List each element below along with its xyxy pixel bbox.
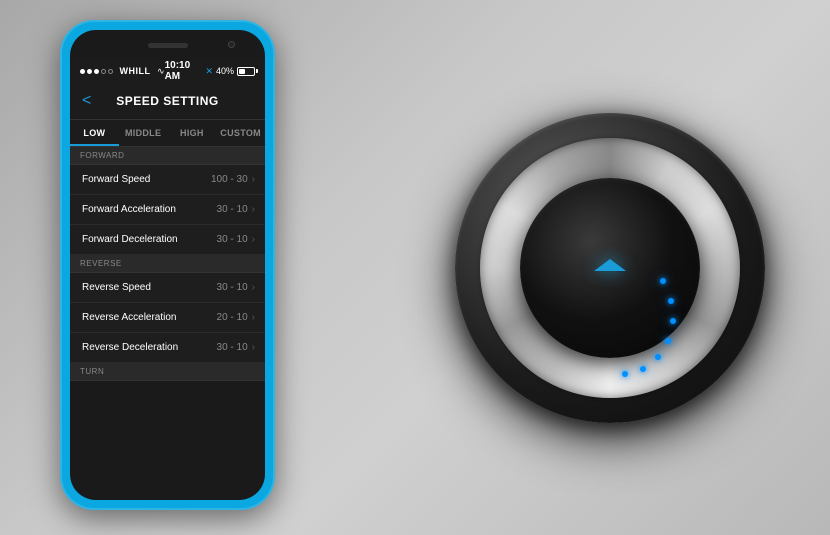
- signal-dot-4: [101, 69, 106, 74]
- row-label-reverse-decel: Reverse Deceleration: [82, 342, 178, 353]
- row-value-reverse-speed: 30 - 10 ›: [217, 282, 255, 293]
- led-dot-6: [640, 366, 646, 372]
- chevron-right-icon: ›: [252, 312, 255, 323]
- led-dots-container: [500, 158, 720, 378]
- signal-dot-2: [87, 69, 92, 74]
- status-bar: WHILL ∿ 10:10 AM ✕ 40%: [70, 60, 265, 82]
- chevron-right-icon: ›: [252, 342, 255, 353]
- nav-bar: < SPEED SETTING: [70, 82, 265, 120]
- battery-percent: 40%: [216, 66, 234, 76]
- led-dot-3: [670, 318, 676, 324]
- row-value-reverse-decel: 30 - 10 ›: [217, 342, 255, 353]
- led-dot-4: [665, 338, 671, 344]
- bluetooth-icon: ✕: [205, 66, 213, 77]
- list-row-reverse-decel[interactable]: Reverse Deceleration 30 - 10 ›: [70, 333, 265, 363]
- tab-high[interactable]: HIGH: [168, 120, 217, 146]
- list-row-forward-decel[interactable]: Forward Deceleration 30 - 10 ›: [70, 225, 265, 255]
- list-row-reverse-speed[interactable]: Reverse Speed 30 - 10 ›: [70, 273, 265, 303]
- wifi-icon: ∿: [157, 66, 165, 77]
- row-label-reverse-speed: Reverse Speed: [82, 282, 151, 293]
- tabs-container: LOW MIDDLE HIGH CUSTOM: [70, 120, 265, 147]
- phone-camera: [228, 41, 235, 48]
- signal-dot-5: [108, 69, 113, 74]
- tab-middle[interactable]: MIDDLE: [119, 120, 168, 146]
- list-row-reverse-accel[interactable]: Reverse Acceleration 20 - 10 ›: [70, 303, 265, 333]
- row-label-reverse-accel: Reverse Acceleration: [82, 312, 177, 323]
- phone-wrapper: WHILL ∿ 10:10 AM ✕ 40% <: [60, 20, 275, 510]
- row-label-forward-decel: Forward Deceleration: [82, 234, 178, 245]
- chevron-right-icon: ›: [252, 174, 255, 185]
- row-label-forward-speed: Forward Speed: [82, 174, 150, 185]
- signal-dot-1: [80, 69, 85, 74]
- phone-inner: WHILL ∿ 10:10 AM ✕ 40% <: [70, 30, 265, 500]
- battery-icon: [237, 67, 255, 76]
- row-value-forward-decel: 30 - 10 ›: [217, 234, 255, 245]
- led-dot-1: [660, 278, 666, 284]
- back-button[interactable]: <: [82, 92, 91, 110]
- tab-custom[interactable]: CUSTOM: [216, 120, 265, 146]
- list-row-forward-accel[interactable]: Forward Acceleration 30 - 10 ›: [70, 195, 265, 225]
- row-value-forward-speed: 100 - 30 ›: [211, 174, 255, 185]
- led-dot-2: [668, 298, 674, 304]
- knob-device-wrapper: [420, 43, 800, 493]
- section-header-turn: TURN: [70, 363, 265, 381]
- led-dot-7: [622, 371, 628, 377]
- phone-speaker: [148, 43, 188, 48]
- row-label-forward-accel: Forward Acceleration: [82, 204, 176, 215]
- nav-title: SPEED SETTING: [116, 94, 219, 108]
- row-value-forward-accel: 30 - 10 ›: [217, 204, 255, 215]
- signal-dot-3: [94, 69, 99, 74]
- battery-fill: [239, 69, 245, 74]
- list-row-forward-speed[interactable]: Forward Speed 100 - 30 ›: [70, 165, 265, 195]
- row-value-reverse-accel: 20 - 10 ›: [217, 312, 255, 323]
- chevron-right-icon: ›: [252, 282, 255, 293]
- section-header-reverse: REVERSE: [70, 255, 265, 273]
- chevron-right-icon: ›: [252, 204, 255, 215]
- status-left: WHILL ∿: [80, 66, 165, 77]
- scene: WHILL ∿ 10:10 AM ✕ 40% <: [0, 0, 830, 535]
- phone-top-bar: [70, 30, 265, 60]
- status-time: 10:10 AM: [165, 60, 206, 82]
- chevron-right-icon: ›: [252, 234, 255, 245]
- knob-device: [450, 108, 770, 428]
- phone-device: WHILL ∿ 10:10 AM ✕ 40% <: [60, 20, 275, 510]
- status-right: ✕ 40%: [205, 66, 255, 77]
- tab-low[interactable]: LOW: [70, 120, 119, 146]
- carrier-label: WHILL: [120, 66, 151, 76]
- led-dot-5: [655, 354, 661, 360]
- section-header-forward: FORWARD: [70, 147, 265, 165]
